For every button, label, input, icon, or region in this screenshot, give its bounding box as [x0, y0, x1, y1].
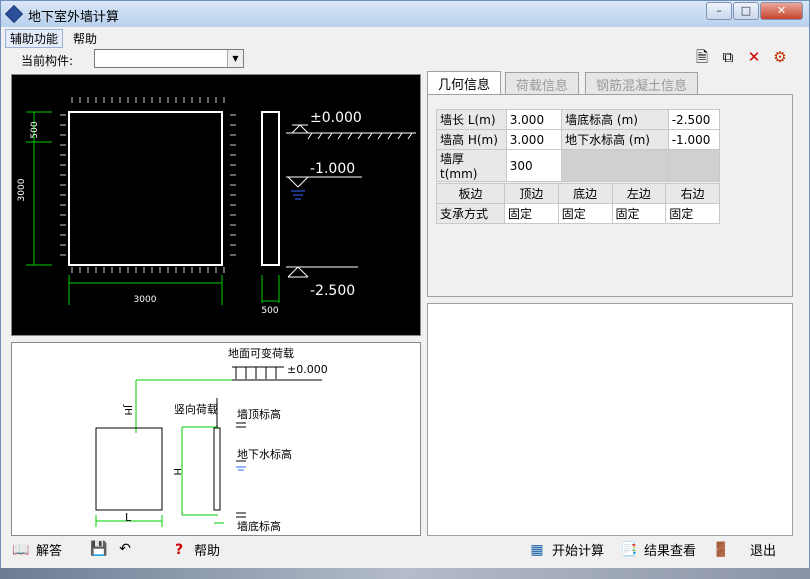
vertical-load-label: 竖向荷载 [174, 402, 218, 416]
window-title: 地下室外墙计算 [28, 10, 120, 25]
cell-label: 墙底标高 (m) [561, 109, 669, 130]
cell-empty [561, 149, 669, 182]
dim-3000-left: 3000 [17, 178, 27, 201]
component-bar: 当前构件: ▼ 🗎 ⧉ ✕ ⚙ [1, 48, 809, 70]
cell-label: 墙高 H(m) [436, 129, 507, 150]
geometry-table: 墙长 L(m) 3.000 墙底标高 (m) -2.500 墙高 H(m) 3.… [436, 109, 721, 182]
help-label: 帮助 [194, 544, 221, 559]
open-book-icon: 📑 [620, 541, 638, 558]
cell-label: 墙厚 t(mm) [436, 149, 507, 182]
table-row: 墙长 L(m) 3.000 墙底标高 (m) -2.500 [436, 109, 721, 130]
tick-marks-top [60, 97, 236, 273]
menu-item-help[interactable]: 帮助 [69, 30, 101, 47]
undo-button[interactable]: ↶ [115, 540, 135, 558]
exit-button[interactable]: 🚪 退出 [711, 540, 777, 560]
elev-water-label: -1.000 [310, 161, 355, 177]
book-icon: 📖 [12, 541, 30, 558]
elev-bottom-label: -2.500 [310, 283, 355, 299]
answer-button[interactable]: 📖 解答 [11, 540, 63, 560]
delete-icon[interactable]: ✕ [745, 48, 763, 66]
wall-thickness-input[interactable]: 300 [505, 149, 563, 182]
menu-bar: 辅助功能 帮助 [1, 28, 809, 48]
jh-label: JH [122, 404, 133, 415]
dim-3000-bottom: 3000 [134, 295, 157, 305]
bottom-toolbar: 📖 解答 💾 ↶ ? 帮助 ▦ 开始计算 📑 结果查看 🚪 退出 [1, 538, 809, 560]
wall-height-input[interactable]: 3.000 [505, 129, 563, 150]
water-elev-input[interactable]: -1.000 [667, 129, 721, 150]
copy-icon[interactable]: ⧉ [719, 48, 737, 66]
water-level-label: 地下水标高 [237, 447, 292, 461]
app-icon [4, 4, 24, 24]
elev-zero-label: ±0.000 [287, 363, 328, 376]
taskbar-strip [0, 568, 810, 579]
geometry-tab-body: 墙长 L(m) 3.000 墙底标高 (m) -2.500 墙高 H(m) 3.… [427, 94, 793, 297]
support-header: 右边 [665, 183, 720, 204]
question-icon: ? [174, 541, 184, 558]
wall-length-input[interactable]: 3.000 [505, 109, 563, 130]
result-panel [427, 303, 793, 536]
support-table: 板边 顶边 底边 左边 右边 支承方式 固定 固定 固定 固定 [436, 183, 720, 224]
table-row: 板边 顶边 底边 左边 右边 [436, 183, 720, 204]
support-header: 顶边 [504, 183, 559, 204]
tab-geometry[interactable]: 几何信息 [427, 71, 502, 95]
menu-item-tools[interactable]: 辅助功能 [5, 29, 64, 48]
table-row: 墙厚 t(mm) 300 [436, 149, 721, 182]
load-wall-rect [95, 427, 163, 511]
maximize-button[interactable]: □ [733, 2, 759, 20]
save-button[interactable]: 💾 [89, 540, 109, 558]
current-component-label: 当前构件: [21, 54, 74, 68]
main-window: 地下室外墙计算 – □ ✕ 辅助功能 帮助 当前构件: ▼ 🗎 ⧉ ✕ ⚙ 50… [0, 0, 810, 579]
support-label: 支承方式 [436, 203, 505, 224]
elev-top-label: ±0.000 [310, 110, 362, 126]
support-right-select[interactable]: 固定 [665, 203, 720, 224]
support-header: 底边 [557, 183, 613, 204]
start-calc-label: 开始计算 [552, 544, 605, 559]
close-button[interactable]: ✕ [760, 2, 803, 20]
load-diagram: 地面可变荷载 ±0.000 JH 竖向荷载 墙顶标高 H 地下水标高 L 墙底标… [11, 342, 421, 536]
table-row: 墙高 H(m) 3.000 地下水标高 (m) -1.000 [436, 129, 721, 150]
support-header: 左边 [611, 183, 667, 204]
h-label: H [171, 468, 182, 476]
help-button[interactable]: ? 帮助 [169, 540, 221, 560]
chevron-down-icon[interactable]: ▼ [227, 50, 243, 67]
support-header: 板边 [436, 183, 505, 204]
support-left-select[interactable]: 固定 [611, 203, 667, 224]
calculator-icon: ▦ [530, 541, 544, 558]
support-bottom-select[interactable]: 固定 [557, 203, 613, 224]
minimize-button[interactable]: – [706, 2, 732, 20]
cell-empty [667, 149, 721, 182]
support-top-select[interactable]: 固定 [504, 203, 559, 224]
door-icon: 🚪 [712, 541, 730, 558]
answer-label: 解答 [36, 544, 63, 559]
undo-icon: ↶ [119, 541, 131, 557]
current-component-select[interactable]: ▼ [94, 49, 244, 68]
tool-icon[interactable]: ⚙ [771, 48, 789, 66]
tab-bar: 几何信息 荷载信息 钢筋混凝土信息 [427, 71, 799, 95]
save-icon: 💾 [90, 541, 108, 557]
wall-section-rect [261, 111, 280, 266]
title-bar: 地下室外墙计算 – □ ✕ [1, 1, 809, 27]
start-calc-button[interactable]: ▦ 开始计算 [527, 540, 605, 560]
wall-bottom-label: 墙底标高 [237, 519, 281, 533]
cell-label: 墙长 L(m) [436, 109, 507, 130]
wall-top-label: 墙顶标高 [237, 407, 281, 421]
view-results-button[interactable]: 📑 结果查看 [619, 540, 697, 560]
load-wall-section [213, 427, 221, 511]
view-results-label: 结果查看 [644, 544, 697, 559]
dim-500-bottom: 500 [261, 306, 278, 316]
cell-label: 地下水标高 (m) [561, 129, 669, 150]
l-label: L [125, 511, 132, 524]
wall-bottom-elev-input[interactable]: -2.500 [667, 109, 721, 130]
wall-elevation-rect [68, 111, 223, 266]
exit-label: 退出 [750, 544, 777, 559]
surface-load-label: 地面可变荷载 [228, 346, 294, 360]
tab-rebar-concrete[interactable]: 钢筋混凝土信息 [585, 72, 699, 94]
tab-loads[interactable]: 荷载信息 [505, 72, 580, 94]
dim-500-left: 500 [30, 121, 40, 138]
table-row: 支承方式 固定 固定 固定 固定 [436, 203, 720, 224]
new-icon[interactable]: 🗎 [693, 48, 711, 66]
geometry-drawing: 500 3000 3000 500 ±0.000 -1.000 -2.500 [11, 74, 421, 336]
